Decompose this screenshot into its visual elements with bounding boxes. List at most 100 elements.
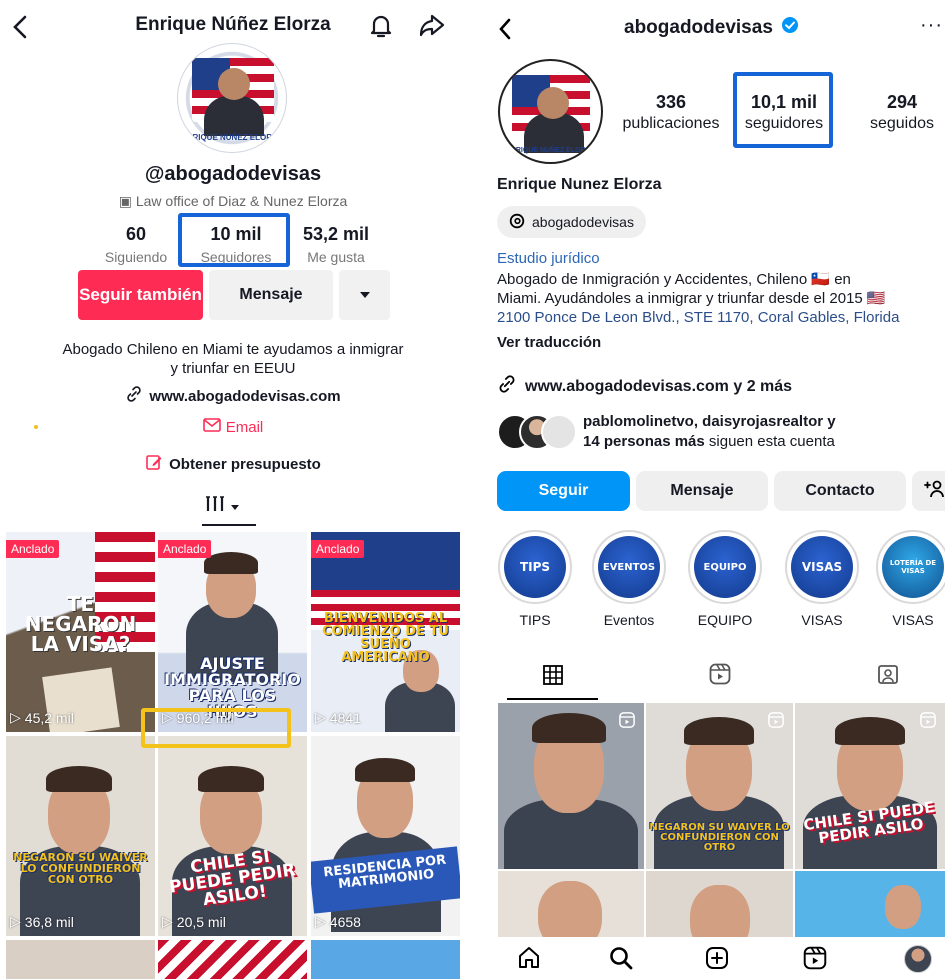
avatar[interactable]: ENRIQUE NUÑEZ ELORZA <box>498 59 603 164</box>
profile-title: Enrique Núñez Elorza <box>135 14 331 35</box>
verified-badge-icon <box>781 16 799 40</box>
video-thumbnail[interactable]: CHILE SI PUEDE PEDIR ASILO! ▷ 20,5 mil <box>158 736 307 936</box>
email-link[interactable]: Email <box>0 418 466 436</box>
message-button[interactable]: Mensaje <box>209 270 333 320</box>
website-link[interactable]: www.abogadodevisas.com y 2 más <box>497 374 792 399</box>
follow-back-button[interactable]: Seguir también <box>78 270 203 320</box>
follow-button[interactable]: Seguir <box>497 471 630 511</box>
video-thumbnail[interactable]: Anclado TE NEGARON LA VISA? ▷ 45,2 mil <box>6 532 155 732</box>
view-count: ▷ 36,8 mil <box>10 913 74 930</box>
mail-icon <box>202 418 221 436</box>
profile-stats: 60 Siguiendo 10 mil Seguidores 53,2 mil … <box>86 224 386 270</box>
stat-following[interactable]: 294 seguidos <box>864 92 940 133</box>
organization-label: ▣ Law office of Diaz & Nunez Elorza <box>118 193 348 209</box>
video-thumbnail[interactable] <box>158 940 307 979</box>
stat-likes[interactable]: 53,2 mil Me gusta <box>286 224 386 265</box>
highlight-cover: EVENTOS <box>598 536 660 598</box>
post-caption: NEGARON SU WAIVER LO CONFUNDIERON CON OT… <box>649 822 790 853</box>
play-icon: ▷ <box>10 709 21 725</box>
post-thumbnail[interactable]: NEGARON SU WAIVER LO CONFUNDIERON CON OT… <box>646 703 793 869</box>
contact-button[interactable]: Contacto <box>774 471 906 511</box>
stat-posts[interactable]: 336 publicaciones <box>618 92 724 133</box>
see-translation-link[interactable]: Ver traducción <box>497 334 601 351</box>
message-button[interactable]: Mensaje <box>636 471 768 511</box>
bell-icon[interactable] <box>368 12 394 40</box>
share-icon[interactable] <box>418 12 446 40</box>
post-thumbnail[interactable] <box>795 871 945 937</box>
grid-columns-icon <box>204 495 226 518</box>
search-icon[interactable] <box>608 945 634 976</box>
category-label: Estudio jurídico <box>497 250 600 267</box>
grid-icon[interactable] <box>542 664 564 691</box>
highlight-equipo[interactable]: EQUIPO EQUIPO <box>687 530 763 628</box>
tagged-icon[interactable] <box>876 662 900 691</box>
instagram-profile-panel: abogadodevisas ··· ENRIQUE NUÑEZ ELORZA … <box>484 0 945 979</box>
address-link[interactable]: 2100 Ponce De Leon Blvd., STE 1170, Cora… <box>497 308 945 327</box>
bio-text: Abogado de Inmigración y Accidentes, Chi… <box>497 270 945 327</box>
play-icon: ▷ <box>315 913 326 929</box>
pinned-badge: Anclado <box>158 540 212 558</box>
post-thumbnail[interactable] <box>498 871 644 937</box>
website-link[interactable]: www.abogadodevisas.com <box>0 385 466 407</box>
video-thumbnail[interactable]: RESIDENCIA POR MATRIMONIO ▷ 4658 <box>311 736 460 936</box>
reels-icon[interactable] <box>802 945 828 976</box>
create-post-icon[interactable] <box>704 945 730 976</box>
avatar <box>904 945 932 973</box>
view-count: ▷ 4841 <box>315 709 361 726</box>
avatar-badge-text: ENRIQUE NUÑEZ ELORZA <box>181 133 283 142</box>
avatar-badge-text: ENRIQUE NUÑEZ ELORZA <box>506 147 595 154</box>
posts-grid: NEGARON SU WAIVER LO CONFUNDIERON CON OT… <box>498 703 945 937</box>
get-quote-link[interactable]: Obtener presupuesto <box>0 453 466 475</box>
bottom-navigation <box>484 937 945 979</box>
add-person-icon <box>923 480 945 503</box>
view-count: ▷ 45,2 mil <box>10 709 74 726</box>
view-count: ▷ 20,5 mil <box>162 913 226 930</box>
view-count: ▷ 960,2 mil <box>162 709 234 726</box>
more-options-icon[interactable]: ··· <box>920 14 943 37</box>
suggest-user-button[interactable] <box>912 471 945 511</box>
stat-followers[interactable]: 10,1 mil seguidores <box>739 92 829 133</box>
profile-username: abogadodevisas <box>624 16 799 40</box>
highlight-visas-lottery[interactable]: LOTERÍA DE VISAS VISAS <box>875 530 945 628</box>
video-thumbnail[interactable]: Anclado BIENVENIDOS AL COMIENZO DE TU SU… <box>311 532 460 732</box>
more-options-button[interactable] <box>339 270 390 320</box>
post-thumbnail[interactable] <box>646 871 793 937</box>
play-icon: ▷ <box>315 709 326 725</box>
tiktok-profile-panel: Enrique Núñez Elorza ENRIQUE NUÑEZ ELORZ… <box>0 0 466 979</box>
highlight-cover: TIPS <box>504 536 566 598</box>
video-caption: TE NEGARON LA VISA? <box>24 592 137 656</box>
stat-followers[interactable]: 10 mil Seguidores <box>186 224 286 265</box>
tab-videos[interactable] <box>204 495 240 518</box>
home-icon[interactable] <box>516 945 542 976</box>
caret-down-icon <box>230 498 240 516</box>
video-thumbnail[interactable] <box>6 940 155 979</box>
reel-icon <box>919 711 937 734</box>
highlight-visas[interactable]: VISAS VISAS <box>784 530 860 628</box>
post-thumbnail[interactable] <box>498 703 644 869</box>
back-arrow-icon[interactable] <box>496 16 514 42</box>
post-thumbnail[interactable]: CHILE SI PUEDE PEDIR ASILO <box>795 703 945 869</box>
link-icon <box>497 374 517 399</box>
video-caption: BIENVENIDOS AL COMIENZO DE TU SUEÑO AMER… <box>322 611 449 665</box>
highlight-tips[interactable]: TIPS TIPS <box>497 530 573 628</box>
reels-icon[interactable] <box>708 662 732 691</box>
profile-avatar-icon[interactable] <box>904 945 932 973</box>
bio-text: Abogado Chileno en Miami te ayudamos a i… <box>62 341 404 377</box>
profile-handle: @abogadodevisas <box>144 163 322 185</box>
caret-down-icon <box>359 286 371 304</box>
building-icon: ▣ <box>118 193 136 209</box>
edit-icon <box>145 453 163 475</box>
highlight-cover: VISAS <box>791 536 853 598</box>
video-thumbnail[interactable]: NEGARON SU WAIVER LO CONFUNDIERON CON OT… <box>6 736 155 936</box>
threads-badge[interactable]: abogadodevisas <box>497 206 646 238</box>
play-icon: ▷ <box>162 709 173 725</box>
stat-following[interactable]: 60 Siguiendo <box>86 224 186 265</box>
video-thumbnail[interactable] <box>311 940 460 979</box>
highlight-eventos[interactable]: EVENTOS Eventos <box>591 530 667 628</box>
profile-tabs <box>484 662 945 702</box>
avatar[interactable]: ENRIQUE NUÑEZ ELORZA <box>177 43 287 153</box>
video-thumbnail[interactable]: Anclado AJUSTE IMMIGRATORIO PARA LOS HIJ… <box>158 532 307 732</box>
active-tab-indicator <box>202 524 256 526</box>
video-caption: NEGARON SU WAIVER LO CONFUNDIERON CON OT… <box>13 851 148 886</box>
person-image <box>204 96 264 136</box>
